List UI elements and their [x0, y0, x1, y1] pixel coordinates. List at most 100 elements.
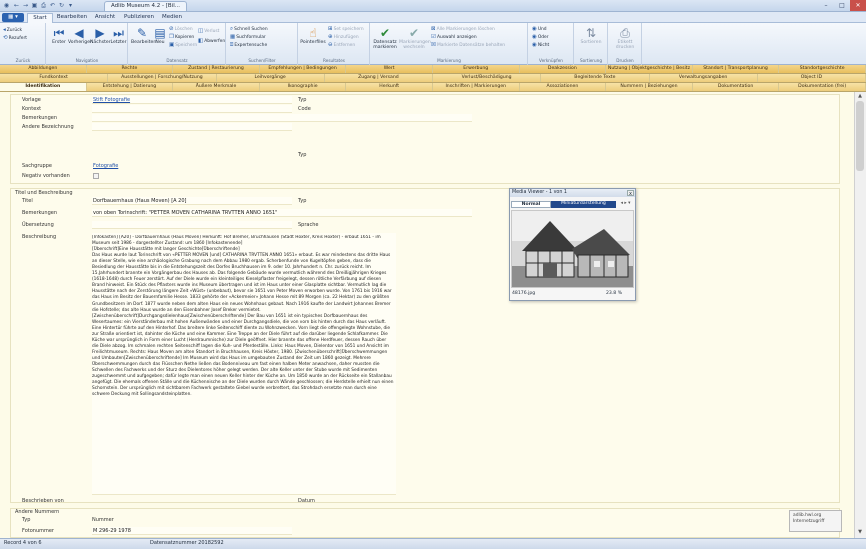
save-set-button[interactable]: ⊞Set speichern: [328, 26, 364, 33]
tab-zugang[interactable]: Zugang | Versand: [325, 74, 433, 82]
vorlage-typ-label: Typ: [298, 97, 307, 103]
tab-fundkontext[interactable]: Fundkontext: [0, 74, 109, 82]
rezufert-button[interactable]: ⟲Rezufert: [3, 35, 27, 42]
not-button[interactable]: ◉Nicht: [532, 42, 549, 49]
media-tab-scroll-icon[interactable]: ◂ ▸ ▾: [617, 201, 634, 208]
tab-erwerbung[interactable]: Erwerbung: [433, 65, 520, 73]
website-info-box[interactable]: adlib.hwl.org Internetzugriff: [789, 510, 842, 532]
tab-ausstellungen[interactable]: Ausstellungen | Forschung/Nutzung: [108, 74, 217, 82]
remove-from-set-button[interactable]: ⊖Entfernen: [328, 42, 355, 49]
numbers-section-header: Andere Nummern: [15, 509, 60, 515]
tab-standort[interactable]: Standort | Transportplanung: [693, 65, 780, 73]
tab-assoziationen[interactable]: Assoziationen: [520, 83, 607, 91]
media-tab-miniatur[interactable]: Miniaturdarstellung: [551, 201, 616, 208]
tab-standortgeschichte[interactable]: Standortgeschichte: [779, 65, 866, 73]
tab-nutzung[interactable]: Nutzung | Objektgeschichte | Besitz: [606, 65, 693, 73]
app-menu-button[interactable]: ▦ ▾: [2, 13, 24, 22]
media-viewer-close-button[interactable]: x: [627, 190, 634, 197]
tab-wert[interactable]: Wert: [346, 65, 433, 73]
scroll-up-icon[interactable]: ▲: [855, 93, 865, 101]
tab-identifikation[interactable]: Identifikation: [0, 83, 87, 91]
vorlage-value-link[interactable]: Stift Fotografie: [93, 97, 130, 103]
first-record-button[interactable]: ⏮ Erster: [50, 26, 68, 46]
print-icon[interactable]: ⎙: [40, 2, 47, 9]
tab-ikonographie[interactable]: Ikonographie: [260, 83, 347, 91]
tab-herkunft[interactable]: Herkunft: [346, 83, 433, 91]
negativ-checkbox[interactable]: [93, 173, 99, 179]
app-icon[interactable]: ◉: [3, 2, 10, 9]
minimize-button[interactable]: –: [818, 0, 834, 11]
tab-abbildungen[interactable]: Abbildungen: [0, 65, 87, 73]
quick-access-menu-icon[interactable]: ▾: [67, 2, 74, 9]
previous-record-button[interactable]: ◀ Vorheriger: [68, 26, 92, 46]
tab-zustand[interactable]: Zustand | Restaurierung: [173, 65, 260, 73]
titel-typ-label: Typ: [298, 198, 307, 204]
tab-aeussere-merkmale[interactable]: Äußere Merkmale: [173, 83, 260, 91]
mark-record-button[interactable]: ✔ Datensatz markieren: [372, 26, 398, 50]
or-button[interactable]: ◉Oder: [532, 34, 549, 41]
ribbon-tab-publizieren[interactable]: Publizieren: [121, 13, 157, 23]
pointerfiles-button[interactable]: ☝ Pointerfiles: [300, 26, 326, 46]
tab-nummern[interactable]: Nummern | Beziehungen: [606, 83, 693, 91]
show-selection-button[interactable]: ☑Auswahl anzeigen: [431, 34, 477, 41]
fotonummer-label: Fotonummer: [22, 528, 54, 534]
tab-inschriften[interactable]: Inschriften | Markierungen: [433, 83, 520, 91]
forward-icon[interactable]: →: [22, 2, 29, 9]
next-record-button[interactable]: ▶ Nächster: [90, 26, 111, 46]
copy-record-button[interactable]: ❐Kopieren: [169, 34, 194, 41]
tab-entstehung[interactable]: Entstehung | Datierung: [87, 83, 174, 91]
title-section-header: Titel und Beschreibung: [15, 190, 73, 196]
new-record-button[interactable]: ▤ Neu: [153, 26, 167, 46]
back-icon[interactable]: ←: [13, 2, 20, 9]
scroll-thumb[interactable]: [856, 101, 864, 171]
quick-search-button[interactable]: ⌕Schnell Suchen: [230, 26, 268, 33]
code-label: Code: [298, 106, 311, 112]
ribbon-tab-medien[interactable]: Medien: [158, 13, 186, 23]
last-record-button[interactable]: ⏭ Letzter: [110, 26, 127, 46]
undo-icon[interactable]: ↶: [49, 2, 56, 9]
print-label-button[interactable]: ⎙ Etikett drucken: [611, 26, 639, 50]
refresh-icon[interactable]: ↻: [58, 2, 65, 9]
switch-marks-button[interactable]: ✔ Markierungen wechseln: [399, 26, 431, 50]
tab-empfehlungen[interactable]: Empfehlungen | Bedingungen: [260, 65, 347, 73]
tab-object-id[interactable]: Object ID: [758, 74, 866, 82]
save-icon[interactable]: ▣: [31, 2, 38, 9]
zurueck-button[interactable]: ◂Zurück: [3, 27, 22, 34]
andere-bezeichnung-field[interactable]: [92, 123, 292, 131]
verlust-button[interactable]: ◫Verlust: [198, 28, 219, 35]
tab-begleitende-texte[interactable]: Begleitende Texte: [541, 74, 650, 82]
kontext-field[interactable]: [92, 105, 292, 113]
close-button[interactable]: ✕: [850, 0, 866, 11]
tab-verlust[interactable]: Verlust/Beschädigung: [433, 74, 542, 82]
sort-button[interactable]: ⇅ Sortieren: [578, 26, 604, 46]
tab-rechte[interactable]: Rechte: [87, 65, 174, 73]
search-form-button[interactable]: ▦Suchformular: [230, 34, 266, 41]
tab-leihvorgaenge[interactable]: Leihvorgänge: [217, 74, 325, 82]
tab-dokumentation-frei[interactable]: Dokumentation (frei): [779, 83, 866, 91]
media-image[interactable]: [511, 210, 634, 288]
abwerfen-button[interactable]: ◧Abwerfen: [198, 38, 225, 45]
sprache-label: Sprache: [298, 222, 319, 228]
keep-marked-button[interactable]: ☒Markierte Datensätze behalten: [431, 42, 505, 49]
tab-verwaltungsangaben[interactable]: Verwaltungsangaben: [650, 74, 758, 82]
tab-dokumentation[interactable]: Dokumentation: [693, 83, 780, 91]
beschreibung-text[interactable]: [Infokasten] [A20] - Dorfbauernhaus (Hau…: [92, 235, 394, 493]
add-to-set-button[interactable]: ⊕Hinzufügen: [328, 34, 359, 41]
delete-record-button[interactable]: ⊘Löschen: [169, 26, 193, 33]
scroll-down-icon[interactable]: ▼: [855, 529, 865, 537]
sachgruppe-value-link[interactable]: Fotografie: [93, 163, 118, 169]
save-record-button[interactable]: ▣Speichern: [169, 42, 197, 49]
edit-record-button[interactable]: ✎ Bearbeiten: [131, 26, 156, 46]
media-tab-normal[interactable]: Normal: [511, 201, 551, 208]
uebersetzung-field[interactable]: [92, 221, 292, 229]
maximize-button[interactable]: □: [834, 0, 850, 11]
clear-all-marks-button[interactable]: ⊠Alle Markierungen löschen: [431, 26, 495, 33]
bemerkungen-field[interactable]: [92, 114, 472, 122]
ribbon-tab-ansicht[interactable]: Ansicht: [90, 13, 120, 23]
tab-deakzession[interactable]: Deakzession: [520, 65, 607, 73]
bemerkungen-label: Bemerkungen: [22, 115, 58, 121]
ribbon-tab-start[interactable]: Start: [27, 13, 53, 23]
expert-search-button[interactable]: ⌸Expertensuche: [230, 42, 267, 49]
and-button[interactable]: ◉Und: [532, 26, 547, 33]
ribbon-tab-bearbeiten[interactable]: Bearbeiten: [55, 13, 89, 23]
